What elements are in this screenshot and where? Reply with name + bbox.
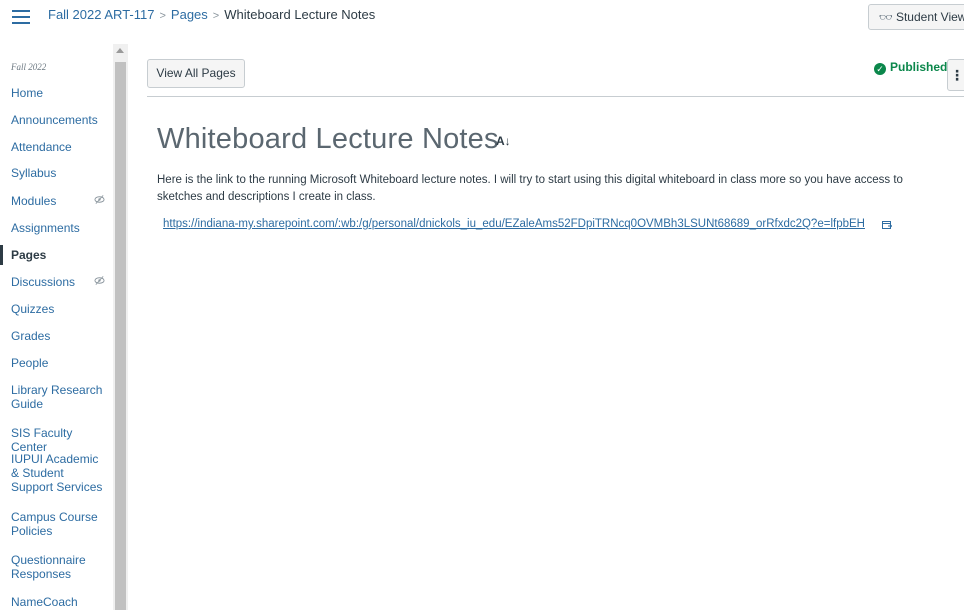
more-options-button[interactable]: ⋮ [947,59,964,91]
sidebar-item-label: Questionnaire Responses [11,553,86,581]
hamburger-menu-icon[interactable] [12,10,30,24]
sidebar-item-label: Library Research Guide [11,383,103,411]
scroll-up-arrow-icon[interactable] [116,48,124,53]
sidebar-item-label: Campus Course Policies [11,510,98,538]
breadcrumb-current: Whiteboard Lecture Notes [224,7,376,22]
term-label: Fall 2022 [11,62,47,72]
sidebar-item-namecoach[interactable]: NameCoach [0,595,112,609]
breadcrumb-pages[interactable]: Pages [171,7,208,22]
sidebar-item-campus-course-policies[interactable]: Campus Course Policies [0,510,112,538]
external-link-icon [882,221,892,229]
accessibility-checker-icon[interactable]: A↓ [496,134,511,148]
sidebar-item-label: IUPUI Academic & Student Support Service… [11,452,103,494]
sidebar-item-sis-faculty-center[interactable]: SIS Faculty Center [0,426,112,454]
sidebar-item-iupui-academic-student-support-services[interactable]: IUPUI Academic & Student Support Service… [0,452,112,494]
divider [147,96,964,97]
sidebar-item-label: Quizzes [11,302,55,316]
eye-off-icon [94,194,105,210]
sidebar-item-label: Modules [11,194,57,208]
sidebar-item-label: Home [11,86,44,100]
student-view-button[interactable]: 👓︎ Student View [868,4,964,30]
sidebar-item-grades[interactable]: Grades [0,329,112,343]
view-all-pages-button[interactable]: View All Pages [147,59,245,88]
course-navigation: Fall 2022 Home Announcements Attendance Syl… [0,44,112,610]
sidebar-item-home[interactable]: Home [0,86,112,100]
sidebar-item-label: Attendance [11,140,72,154]
sidebar-item-label: Pages [11,248,47,262]
sidebar-item-modules[interactable]: Modules [0,194,112,208]
sidebar-item-quizzes[interactable]: Quizzes [0,302,112,316]
glasses-icon: 👓︎ [879,12,893,24]
sidebar-item-pages[interactable]: Pages [0,245,112,265]
sidebar-item-syllabus[interactable]: Syllabus [0,166,112,180]
sidebar-item-label: NameCoach [11,595,78,609]
published-label: Published [890,60,948,74]
page-body-text: Here is the link to the running Microsof… [157,174,903,203]
sidebar-scrollbar[interactable] [113,44,128,610]
sidebar-item-label: SIS Faculty Center [11,426,73,454]
chevron-right-icon: > [212,10,220,22]
page-title: Whiteboard Lecture Notes [157,123,499,155]
whiteboard-link[interactable]: https://indiana-my.sharepoint.com/:wb:/g… [163,218,865,230]
sidebar-item-label: People [11,356,49,370]
sidebar-item-label: Announcements [11,113,98,127]
sidebar-item-label: Syllabus [11,166,57,180]
breadcrumb: Fall 2022 ART-117 > Pages > Whiteboard Lectu… [48,7,375,22]
top-header: Fall 2022 ART-117 > Pages > Whiteboard Lectu… [0,0,964,34]
sidebar-item-attendance[interactable]: Attendance [0,140,112,154]
sidebar-item-people[interactable]: People [0,356,112,370]
published-status[interactable]: ✓ Published [874,60,947,75]
sidebar-item-library-research-guide[interactable]: Library Research Guide [0,383,112,411]
sidebar-item-label: Discussions [11,275,76,289]
breadcrumb-course[interactable]: Fall 2022 ART-117 [48,7,154,22]
sidebar-item-label: Grades [11,329,51,343]
sidebar-item-label: Assignments [11,221,80,235]
sidebar-item-discussions[interactable]: Discussions [0,275,112,289]
check-circle-icon: ✓ [874,63,886,75]
student-view-label: Student View [895,10,964,24]
eye-off-icon [94,275,105,291]
sidebar-item-questionnaire-responses[interactable]: Questionnaire Responses [0,553,112,581]
sidebar-item-assignments[interactable]: Assignments [0,221,112,235]
sidebar-item-announcements[interactable]: Announcements [0,113,112,127]
chevron-right-icon: > [159,10,166,22]
scroll-thumb[interactable] [115,62,126,610]
